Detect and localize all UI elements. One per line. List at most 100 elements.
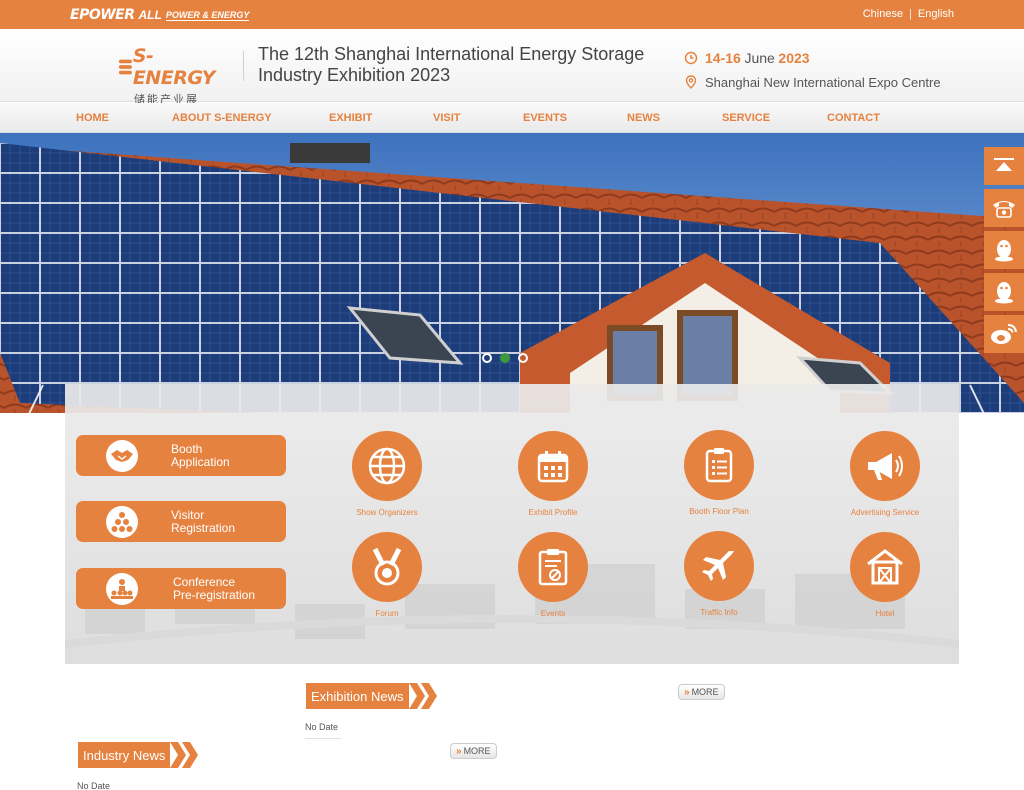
traffic-info-label: Traffic Info xyxy=(700,608,738,617)
event-info: 14-16 June 2023 Shanghai New Internation… xyxy=(684,46,941,94)
service-exhibit-profile[interactable]: Exhibit Profile xyxy=(493,431,613,517)
booth-application-button[interactable]: Booth Application xyxy=(76,435,286,476)
exhibition-title: The 12th Shanghai International Energy S… xyxy=(258,44,668,86)
lang-english-link[interactable]: English xyxy=(918,8,954,20)
booth-icon-circle xyxy=(106,440,138,472)
industry-news-heading[interactable]: Industry News xyxy=(78,742,200,768)
back-to-top-button[interactable] xyxy=(984,147,1024,185)
language-switcher: Chinese | English xyxy=(863,8,954,20)
service-forum[interactable]: Forum xyxy=(327,532,447,618)
house-icon xyxy=(867,549,903,585)
service-show-organizers[interactable]: Show Organizers xyxy=(327,431,447,517)
title-line-1: The 12th Shanghai International Energy S… xyxy=(258,44,645,64)
phone-button[interactable] xyxy=(984,189,1024,227)
forum-circle xyxy=(352,532,422,602)
qq-icon xyxy=(995,240,1013,262)
slide-next-arrow[interactable] xyxy=(968,383,988,413)
location-pin-icon xyxy=(685,75,697,89)
visitor-registration-button[interactable]: Visitor Registration xyxy=(76,501,286,542)
qq-button-2[interactable] xyxy=(984,273,1024,311)
qq-button-1[interactable] xyxy=(984,231,1024,269)
service-events[interactable]: Events xyxy=(493,532,613,618)
slide-dot-3[interactable] xyxy=(518,353,528,363)
hero-banner xyxy=(0,133,1024,413)
slide-prev-arrow[interactable] xyxy=(25,383,45,413)
qq-icon xyxy=(995,282,1013,304)
logo-wordmark: S-ENERGY xyxy=(132,45,216,89)
news-section xyxy=(65,664,959,790)
industry-news-more-button[interactable]: » MORE xyxy=(450,743,497,759)
slide-dot-1[interactable] xyxy=(482,353,492,363)
slide-dot-2[interactable] xyxy=(500,353,510,363)
conference-preregistration-label: Conference Pre-registration xyxy=(173,576,283,602)
booth-label-line2: Application xyxy=(171,455,230,469)
power-energy-tagline: POWER & ENERGY xyxy=(165,9,250,21)
nav-contact[interactable]: CONTACT xyxy=(827,112,880,124)
service-traffic-info[interactable]: Traffic Info xyxy=(659,531,779,617)
lang-separator: | xyxy=(909,8,912,20)
industry-news-date: No Date xyxy=(77,781,111,790)
exhibition-news-date: No Date xyxy=(305,722,339,732)
events-circle xyxy=(518,532,588,602)
more-label: MORE xyxy=(691,687,719,697)
hotel-label: Hotel xyxy=(875,609,895,618)
epower-brand-logo[interactable]: EPOWER ALL POWER & ENERGY xyxy=(70,7,250,23)
medal-icon xyxy=(372,547,402,586)
s-energy-mark-icon xyxy=(118,59,132,75)
more-chevron-icon: » xyxy=(456,745,462,757)
service-hotel[interactable]: Hotel xyxy=(825,532,945,618)
nav-events[interactable]: EVENTS xyxy=(523,112,567,124)
exhibition-news-underline xyxy=(305,738,341,739)
traffic-info-circle xyxy=(684,531,754,601)
booth-application-label: Booth Application xyxy=(171,443,281,469)
nav-service[interactable]: SERVICE xyxy=(722,112,770,124)
conference-preregistration-button[interactable]: Conference Pre-registration xyxy=(76,568,286,609)
exhibition-news-heading[interactable]: Exhibition News xyxy=(306,683,439,709)
nav-news[interactable]: NEWS xyxy=(627,112,660,124)
audience-icon xyxy=(111,579,133,599)
top-bar: EPOWER ALL POWER & ENERGY Chinese | Engl… xyxy=(0,0,1024,29)
airplane-icon xyxy=(702,551,734,581)
visitor-icon-circle xyxy=(106,506,138,538)
clipboard-icon xyxy=(705,448,733,483)
service-advertising[interactable]: Advertising Service xyxy=(825,431,945,517)
event-date-row: 14-16 June 2023 xyxy=(684,46,941,70)
phone-icon xyxy=(993,201,1015,218)
visitor-label-line2: Registration xyxy=(171,521,236,535)
solar-roof-image xyxy=(0,143,1024,413)
nav-visit[interactable]: VISIT xyxy=(433,112,461,124)
header-divider xyxy=(243,51,244,81)
title-line-2: Industry Exhibition 2023 xyxy=(258,65,451,85)
service-booth-floor-plan[interactable]: Booth Floor Plan xyxy=(659,430,779,516)
visitor-registration-label: Visitor Registration xyxy=(171,509,281,535)
event-year: 2023 xyxy=(778,50,810,66)
weibo-icon xyxy=(991,324,1017,344)
slide-dots xyxy=(482,353,528,363)
document-icon xyxy=(538,549,568,586)
event-venue-row: Shanghai New International Expo Centre xyxy=(684,70,941,94)
globe-icon xyxy=(368,447,406,485)
nav-about[interactable]: ABOUT S-ENERGY xyxy=(172,112,272,124)
all-wordmark: ALL xyxy=(138,8,162,22)
s-energy-logo[interactable]: S-ENERGY 储能产业展 xyxy=(118,45,228,106)
forum-label: Forum xyxy=(375,609,399,618)
advertising-label: Advertising Service xyxy=(850,508,920,517)
side-float-toolbar xyxy=(984,147,1024,357)
main-nav: HOME ABOUT S-ENERGY EXHIBIT VISIT EVENTS… xyxy=(0,103,1024,133)
double-chevron-icon xyxy=(408,683,437,709)
megaphone-icon xyxy=(868,453,903,480)
exhibit-profile-label: Exhibit Profile xyxy=(528,508,578,517)
clock-icon xyxy=(684,51,698,65)
lang-chinese-link[interactable]: Chinese xyxy=(863,8,903,20)
top-arrow-icon xyxy=(994,158,1014,171)
exhibit-profile-circle xyxy=(518,431,588,501)
event-days: 14-16 xyxy=(705,50,741,66)
nav-exhibit[interactable]: EXHIBIT xyxy=(329,112,372,124)
exhibition-news-title: Exhibition News xyxy=(306,683,409,709)
nav-home[interactable]: HOME xyxy=(76,112,109,124)
site-header: S-ENERGY 储能产业展 The 12th Shanghai Interna… xyxy=(0,29,1024,106)
events-label: Events xyxy=(540,609,566,618)
exhibition-news-more-button[interactable]: » MORE xyxy=(678,684,725,700)
handshake-icon xyxy=(111,450,133,462)
weibo-button[interactable] xyxy=(984,315,1024,353)
